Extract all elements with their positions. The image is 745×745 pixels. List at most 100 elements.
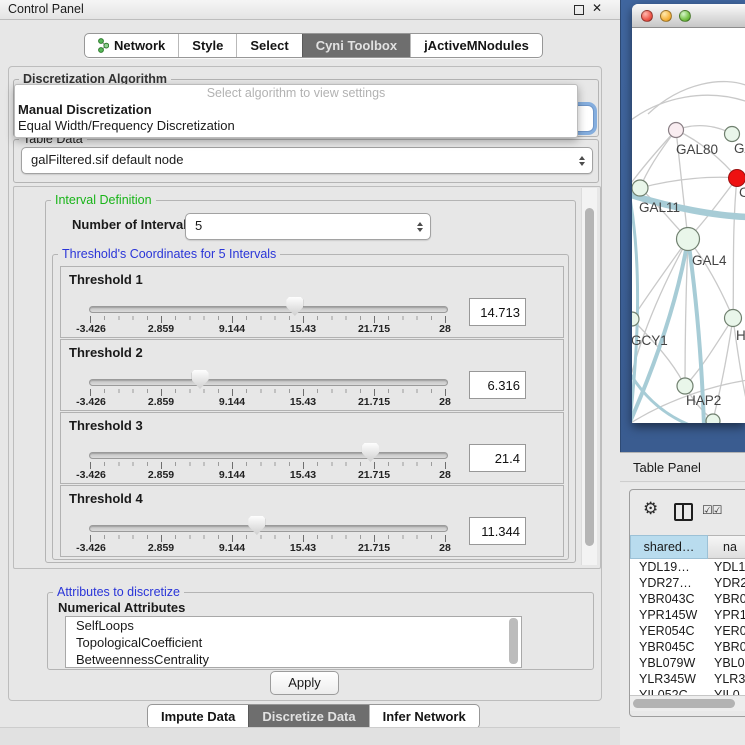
tab-jactivemnodules[interactable]: jActiveMNodules	[410, 34, 542, 57]
label-hap2: HAP2	[686, 393, 721, 408]
tab-style[interactable]: Style	[178, 34, 236, 57]
table-data-value: galFiltered.sif default node	[31, 152, 183, 167]
table-row[interactable]: YBR043CYBR0	[630, 591, 745, 607]
table-row[interactable]: YDR27…YDR2	[630, 575, 745, 591]
algorithm-dropdown-popup: Select algorithm to view settings Manual…	[14, 84, 578, 138]
slider-scale: -3.4262.8599.14415.4321.71528	[90, 542, 446, 554]
table-row[interactable]: YBL079WYBL0	[630, 655, 745, 671]
table-header-row: shared… na	[630, 535, 745, 559]
table-row[interactable]: YDL19…YDL1	[630, 559, 745, 575]
numerical-attributes-list: SelfLoops TopologicalCoefficient Between…	[65, 616, 522, 668]
column-header-shared[interactable]: shared…	[630, 535, 708, 559]
table-panel-content: ⚙ ☑☑ shared… na YDL19…YDL1 YDR27…YDR2 YB…	[620, 483, 745, 745]
tab-select[interactable]: Select	[236, 34, 301, 57]
app-screen: Control Panel ✕ Network Style Select Cyn…	[0, 0, 745, 745]
threshold-label: Threshold 1	[69, 272, 143, 287]
column-header-name[interactable]: na	[708, 535, 745, 559]
threshold-row-3: Threshold 3 -3.4262.8599.14415.4321.7152…	[60, 412, 564, 484]
node-top-right[interactable]	[725, 127, 740, 142]
label-gal11: GAL11	[639, 200, 680, 215]
slider-track[interactable]	[89, 452, 448, 459]
table-row[interactable]: YER054CYER0	[630, 623, 745, 639]
close-icon[interactable]: ✕	[592, 1, 602, 15]
slider-scale: -3.4262.8599.14415.4321.71528	[90, 323, 446, 335]
columns-icon[interactable]	[674, 503, 693, 521]
threshold-value-field[interactable]	[469, 371, 526, 399]
vertical-scrollbar[interactable]	[581, 188, 597, 565]
slider-thumb[interactable]	[286, 297, 303, 316]
zoom-traffic-light[interactable]	[679, 10, 691, 22]
network-window-titlebar[interactable]	[632, 4, 745, 28]
node-bottom-partial[interactable]	[706, 414, 720, 423]
scrollbar-thumb[interactable]	[585, 208, 594, 546]
threshold-value-field[interactable]	[469, 444, 526, 472]
threshold-label: Threshold 4	[69, 491, 143, 506]
tab-cyni-toolbox[interactable]: Cyni Toolbox	[302, 34, 410, 57]
numerical-attributes-label: Numerical Attributes	[58, 600, 185, 615]
table-row[interactable]: YIL052CYIL0	[630, 687, 745, 695]
list-scrollbar-thumb[interactable]	[509, 618, 518, 664]
tab-infer-network[interactable]: Infer Network	[369, 705, 479, 728]
node-gal4[interactable]	[677, 228, 700, 251]
node-gal11[interactable]	[632, 180, 648, 196]
table-toolbar: ⚙ ☑☑	[630, 490, 745, 535]
threshold-label: Threshold 3	[69, 418, 143, 433]
scrollbar-thumb[interactable]	[633, 699, 735, 708]
label-c-partial: C	[739, 185, 745, 200]
label-h-partial: H	[736, 328, 745, 343]
threshold-value-field[interactable]	[469, 298, 526, 326]
dropdown-option-manual[interactable]: Manual Discretization	[15, 102, 577, 118]
node-gal80[interactable]	[669, 123, 684, 138]
num-intervals-combobox[interactable]: 5	[185, 213, 431, 240]
panel-title: Control Panel	[8, 2, 84, 16]
network-view-window: GAL80 GA C GAL11 GAL4 GCY1 H HAP2	[632, 4, 745, 423]
label-ga-partial: GA	[734, 141, 745, 156]
network-canvas[interactable]: GAL80 GA C GAL11 GAL4 GCY1 H HAP2	[632, 28, 745, 423]
tab-label: Network	[114, 35, 165, 57]
slider-thumb[interactable]	[248, 516, 265, 535]
table-row[interactable]: YLR345WYLR3	[630, 671, 745, 687]
combo-stepper-icon[interactable]	[579, 148, 585, 173]
slider-thumb[interactable]	[362, 443, 379, 462]
float-window-icon[interactable]	[574, 5, 584, 15]
close-traffic-light[interactable]	[641, 10, 653, 22]
gear-icon[interactable]: ⚙	[643, 499, 658, 519]
label-gal80: GAL80	[676, 142, 718, 157]
group-title: Threshold's Coordinates for 5 Intervals	[58, 247, 280, 261]
slider-thumb[interactable]	[192, 370, 209, 389]
network-icon	[98, 38, 109, 53]
slider-scale: -3.4262.8599.14415.4321.71528	[90, 469, 446, 481]
table-row[interactable]: YPR145WYPR1	[630, 607, 745, 623]
table-row[interactable]: YBR045CYBR0	[630, 639, 745, 655]
slider-track[interactable]	[89, 306, 448, 313]
node-red-selected[interactable]	[729, 170, 745, 187]
combo-stepper-icon[interactable]	[417, 214, 423, 239]
slider-ticks	[90, 462, 446, 469]
slider-track[interactable]	[89, 525, 448, 532]
node-h[interactable]	[725, 310, 742, 327]
num-intervals-value: 5	[195, 218, 202, 233]
dropdown-placeholder: Select algorithm to view settings	[15, 85, 577, 102]
apply-button[interactable]: Apply	[270, 671, 339, 695]
list-item[interactable]: SelfLoops	[66, 617, 521, 634]
label-gal4: GAL4	[692, 253, 727, 268]
list-item[interactable]: TopologicalCoefficient	[66, 634, 521, 651]
minimize-traffic-light[interactable]	[660, 10, 672, 22]
list-item[interactable]: BetweennessCentrality	[66, 651, 521, 668]
checkboxes-icon[interactable]: ☑☑	[702, 503, 722, 517]
slider-ticks	[90, 535, 446, 542]
table-data-combobox[interactable]: galFiltered.sif default node	[21, 147, 593, 174]
slider-scale: -3.4262.8599.14415.4321.71528	[90, 396, 446, 408]
dropdown-option-equal-width[interactable]: Equal Width/Frequency Discretization	[15, 118, 577, 134]
slider-ticks	[90, 389, 446, 396]
node-hap2[interactable]	[677, 378, 693, 394]
slider-track[interactable]	[89, 379, 448, 386]
bottom-strip	[0, 727, 620, 745]
tab-network[interactable]: Network	[85, 34, 178, 57]
tab-discretize-data[interactable]: Discretize Data	[248, 705, 368, 728]
threshold-value-field[interactable]	[469, 517, 526, 545]
group-title: Interval Definition	[51, 193, 156, 207]
tab-impute-data[interactable]: Impute Data	[148, 705, 248, 728]
bottom-tab-bar: Impute Data Discretize Data Infer Networ…	[147, 704, 480, 729]
horizontal-scrollbar[interactable]	[630, 695, 745, 711]
